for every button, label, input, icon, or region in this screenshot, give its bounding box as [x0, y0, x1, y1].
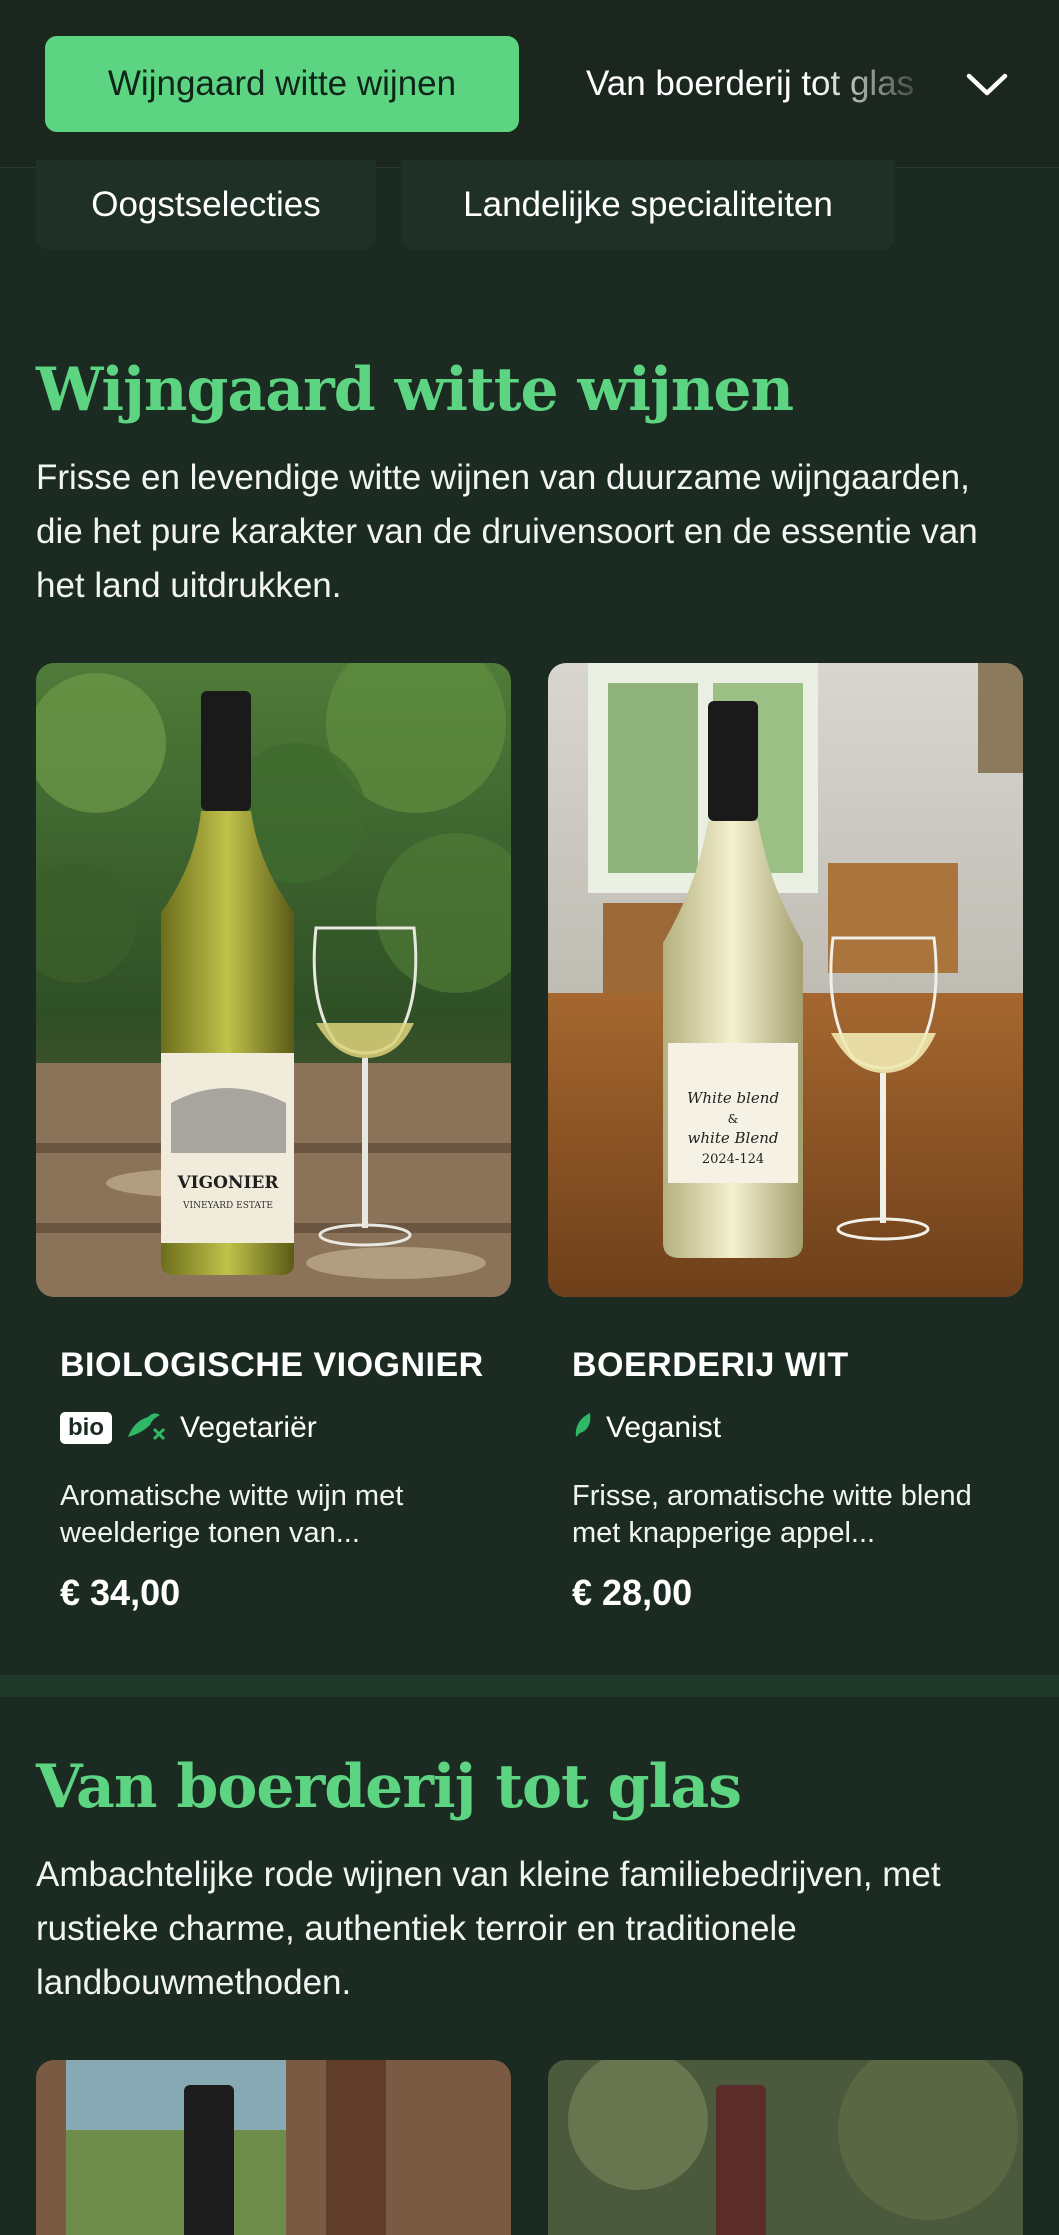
bottle-label-sub: VINEYARD ESTATE [182, 1201, 273, 1211]
tab-wijngaard-witte-wijnen[interactable]: Wijngaard witte wijnen [45, 36, 519, 132]
chip-oogstselecties[interactable]: Oogstselecties [36, 160, 376, 250]
product-description: Frisse, aromatische witte blend met knap… [572, 1480, 972, 1549]
section-title: Van boerderij tot glas [36, 1752, 742, 1822]
bottle-label-3: 2024-124 [702, 1152, 764, 1167]
diet-label: Vegetariër [180, 1411, 317, 1444]
product-price: € 34,00 [60, 1572, 181, 1613]
tab-label: Wijngaard witte wijnen [107, 64, 457, 103]
chip-landelijke-specialiteiten[interactable]: Landelijke specialiteiten [401, 160, 895, 250]
chip-label: Oogstselecties [91, 185, 321, 224]
product-image-boerderij-wit[interactable]: White blend & white Blend 2024-124 [548, 663, 1023, 1297]
bio-badge: bio [60, 1412, 112, 1444]
bottle-label: VIGONIER [176, 1173, 279, 1193]
category-nav: Wijngaard witte wijnen Van boerderij tot… [0, 0, 1059, 168]
tab-van-boerderij-tot-glas[interactable]: Van boerderij tot glas [586, 36, 936, 132]
diet-label: Veganist [606, 1411, 722, 1444]
product-description: Aromatische witte wijn met weelderige to… [60, 1480, 404, 1549]
product-name[interactable]: BOERDERIJ WIT [572, 1346, 849, 1385]
section-description: Ambachtelijke rode wijnen van kleine fam… [36, 1855, 941, 2002]
product-image[interactable] [36, 2060, 511, 2235]
chip-label: Landelijke specialiteiten [463, 185, 833, 224]
section-description: Frisse en levendige witte wijnen van duu… [36, 458, 978, 605]
bottle-label-amp: & [728, 1112, 739, 1126]
product-image-viognier[interactable]: VIGONIER VINEYARD ESTATE [36, 663, 511, 1297]
vegetarian-icon [124, 1407, 168, 1449]
vegan-leaf-icon [572, 1409, 594, 1447]
section-divider [0, 1675, 1059, 1697]
product-price: € 28,00 [572, 1572, 693, 1613]
product-name[interactable]: BIOLOGISCHE VIOGNIER [60, 1346, 484, 1385]
chevron-down-icon[interactable] [962, 60, 1012, 110]
section-title: Wijngaard witte wijnen [36, 355, 794, 425]
product-tags: Veganist [572, 1408, 721, 1448]
bottle-label-2: white Blend [688, 1129, 779, 1147]
product-image[interactable] [548, 2060, 1023, 2235]
product-tags: bio Vegetariër [60, 1408, 317, 1448]
bottle-label: White blend [687, 1089, 779, 1107]
tab-label: Van boerderij tot glas [586, 64, 915, 103]
